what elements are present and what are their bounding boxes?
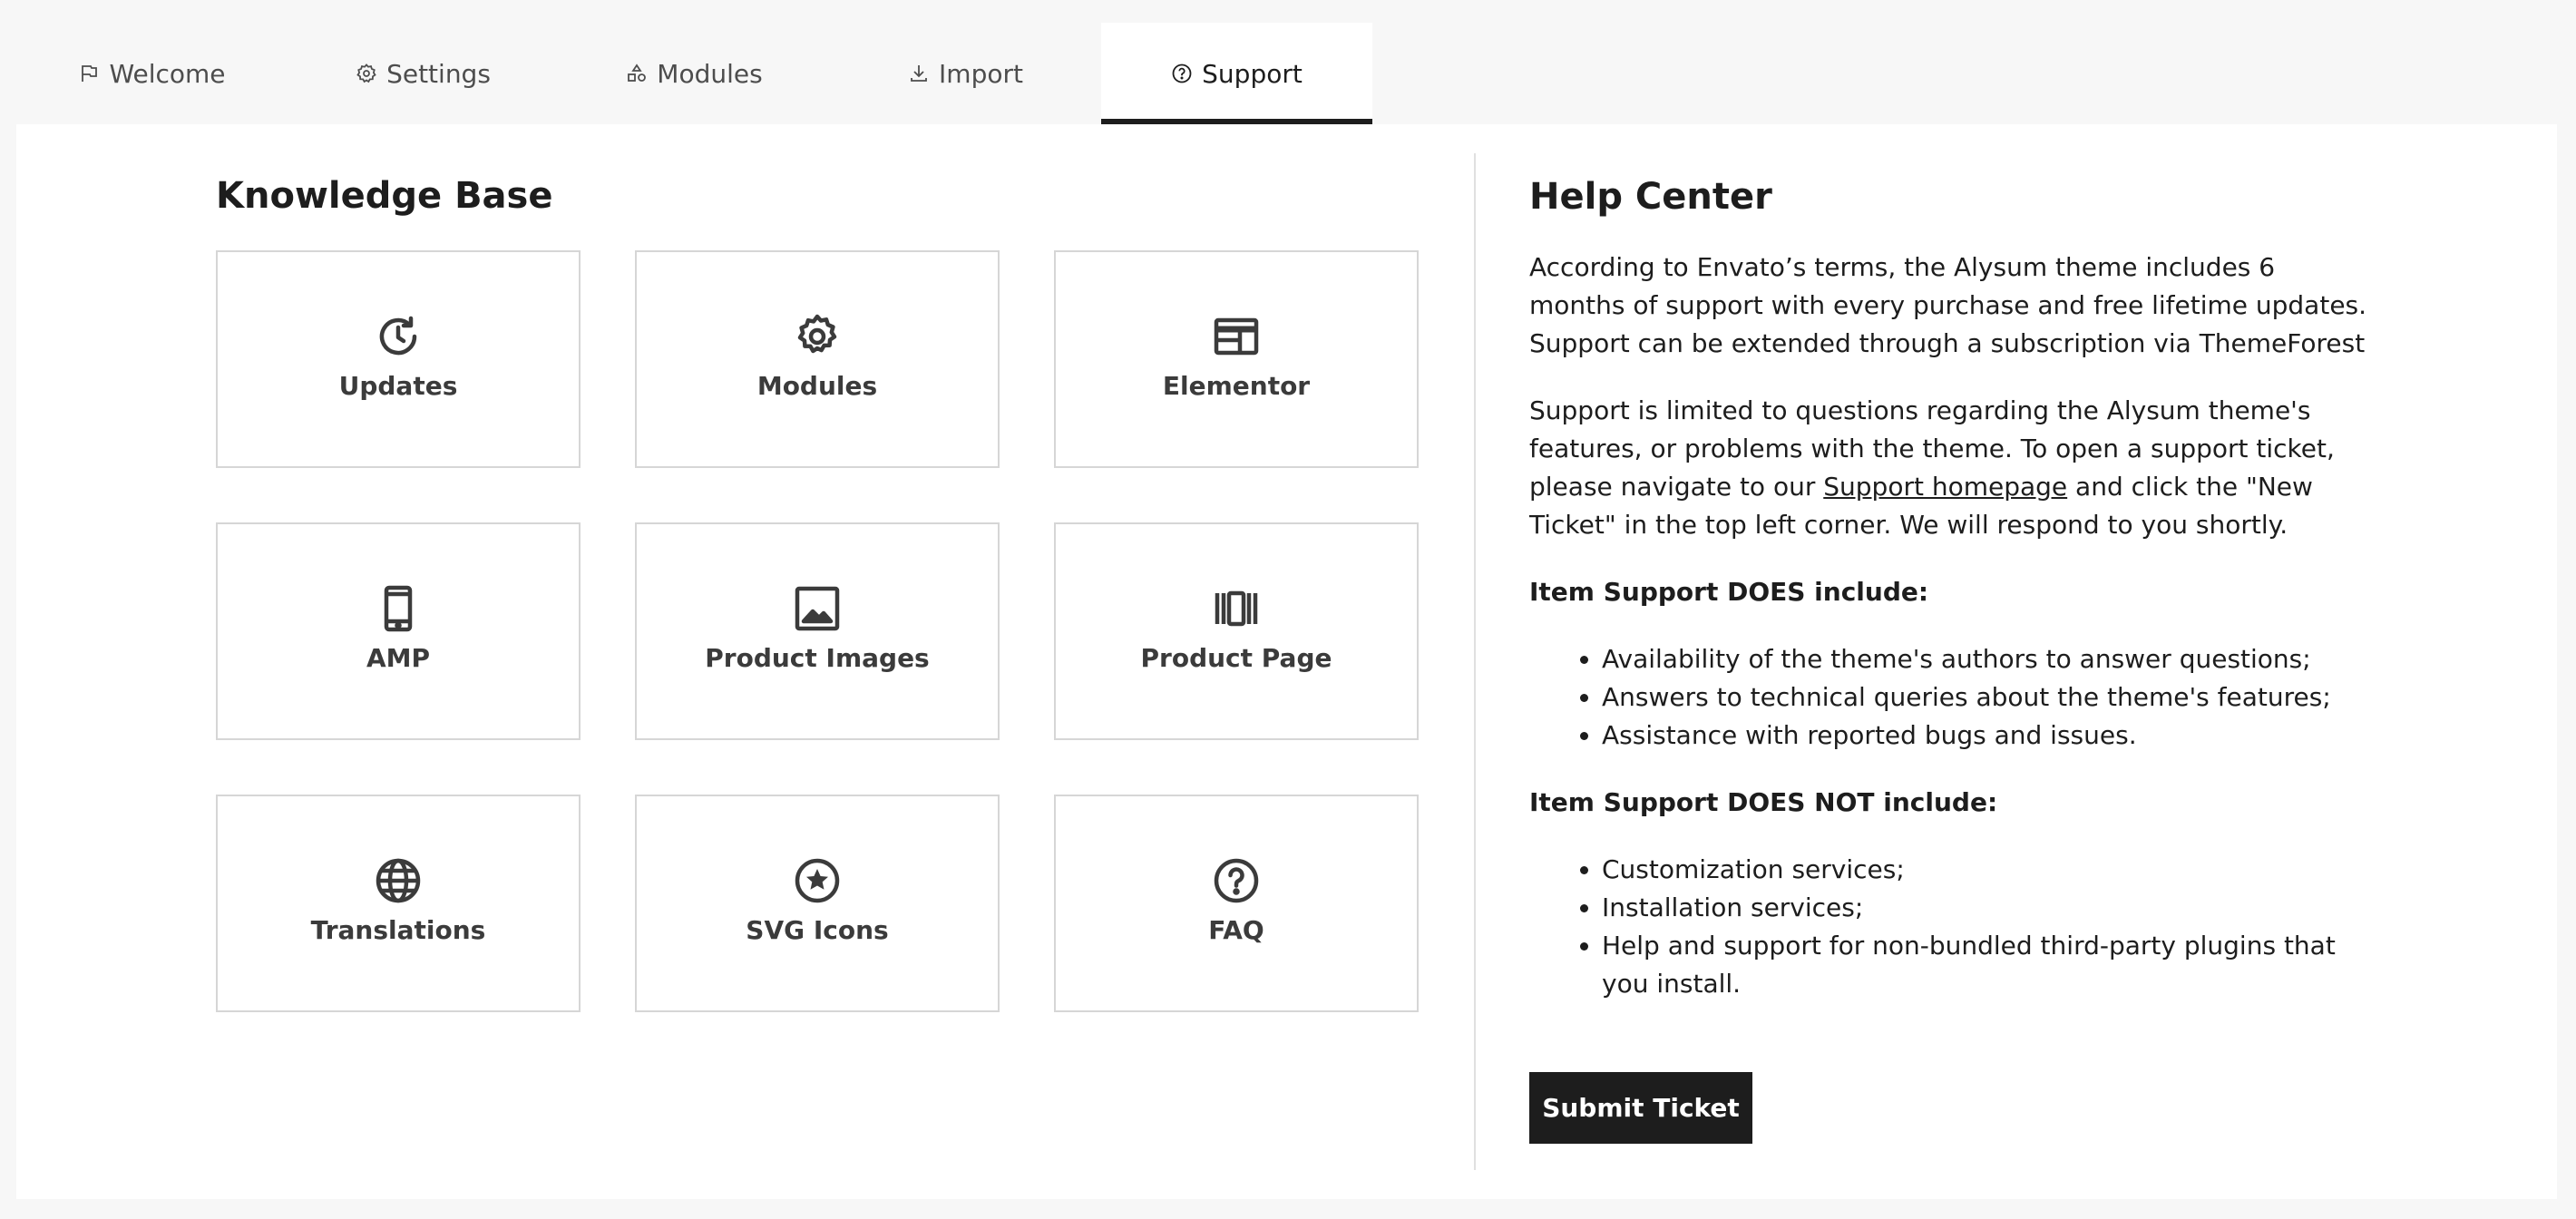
tab-label: Support — [1202, 58, 1303, 89]
list-item: Availability of the theme's authors to a… — [1602, 640, 2373, 678]
kb-card-translations[interactable]: Translations — [216, 795, 581, 1012]
kb-card-label: AMP — [366, 642, 431, 673]
kb-card-label: FAQ — [1208, 914, 1264, 945]
question-circle-icon — [1214, 858, 1259, 902]
shapes-icon — [628, 63, 647, 82]
knowledge-base-title: Knowledge Base — [216, 175, 553, 217]
tab-label: Import — [939, 58, 1023, 89]
mobile-icon — [384, 585, 413, 631]
section-divider — [1474, 153, 1476, 1170]
kb-card-label: Translations — [310, 914, 486, 945]
tab-bar: Welcome Settings Modules Import Support — [16, 23, 1372, 124]
layout-icon — [1214, 317, 1259, 355]
list-item: Answers to technical queries about the t… — [1602, 678, 2373, 717]
kb-card-label: Updates — [338, 370, 458, 401]
kb-card-svg-icons[interactable]: SVG Icons — [635, 795, 1000, 1012]
kb-card-product-page[interactable]: Product Page — [1054, 522, 1419, 740]
tab-modules[interactable]: Modules — [559, 23, 830, 124]
tab-import[interactable]: Import — [830, 23, 1101, 124]
kb-card-amp[interactable]: AMP — [216, 522, 581, 740]
tab-settings[interactable]: Settings — [288, 23, 559, 124]
tab-welcome[interactable]: Welcome — [16, 23, 288, 124]
list-item: Installation services; — [1602, 889, 2373, 927]
kb-card-label: Product Images — [705, 642, 930, 673]
list-item: Customization services; — [1602, 851, 2373, 889]
tab-support[interactable]: Support — [1101, 23, 1372, 124]
help-intro-text: According to Envato’s terms, the Alysum … — [1529, 252, 2367, 358]
tab-label: Modules — [657, 58, 763, 89]
tab-label: Settings — [386, 58, 491, 89]
help-center-title: Help Center — [1529, 176, 1772, 218]
kb-card-faq[interactable]: FAQ — [1054, 795, 1419, 1012]
flag-icon — [82, 65, 98, 82]
excludes-list: Customization services; Installation ser… — [1529, 851, 2373, 1003]
kb-card-label: Product Page — [1140, 642, 1332, 673]
includes-list: Availability of the theme's authors to a… — [1529, 640, 2373, 755]
includes-heading: Item Support DOES include: — [1529, 577, 1929, 607]
help-support-text: Support is limited to questions regardin… — [1529, 392, 2373, 544]
kb-card-product-images[interactable]: Product Images — [635, 522, 1000, 740]
gear-icon — [797, 314, 837, 353]
submit-ticket-button[interactable]: Submit Ticket — [1529, 1072, 1752, 1144]
kb-card-elementor[interactable]: Elementor — [1054, 250, 1419, 468]
gear-icon — [356, 63, 376, 83]
support-homepage-link[interactable]: Support homepage — [1823, 472, 2067, 502]
tab-label: Welcome — [109, 58, 226, 89]
download-icon — [911, 65, 927, 82]
list-item: Help and support for non-bundled third-p… — [1602, 927, 2373, 1003]
kb-card-modules[interactable]: Modules — [635, 250, 1000, 468]
excludes-heading: Item Support DOES NOT include: — [1529, 787, 1998, 817]
update-clock-icon — [379, 316, 417, 355]
list-item: Assistance with reported bugs and issues… — [1602, 717, 2373, 755]
help-center-body: According to Envato’s terms, the Alysum … — [1529, 249, 2373, 1032]
kb-card-label: Elementor — [1162, 370, 1311, 401]
kb-card-label: Modules — [756, 370, 878, 401]
star-circle-icon — [795, 858, 840, 902]
image-icon — [795, 586, 840, 630]
carousel-icon — [1215, 590, 1258, 626]
kb-card-updates[interactable]: Updates — [216, 250, 581, 468]
support-panel: Knowledge Base Updates Modules Elementor… — [16, 124, 2557, 1199]
help-circle-icon — [1172, 63, 1192, 83]
globe-icon — [376, 858, 421, 902]
kb-card-label: SVG Icons — [746, 914, 889, 945]
